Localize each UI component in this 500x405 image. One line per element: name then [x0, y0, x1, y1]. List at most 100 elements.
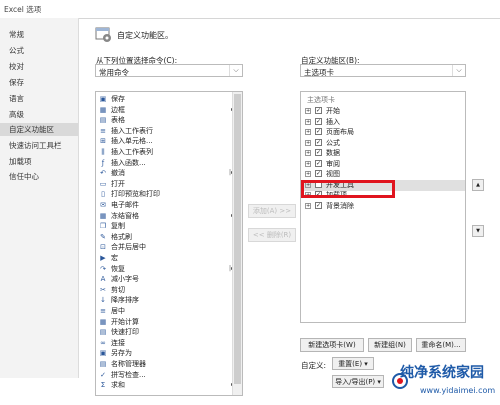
choose-commands-dropdown[interactable]: 常用命令 ⌵: [95, 64, 243, 77]
tab-checkbox[interactable]: ✓: [315, 117, 322, 125]
command-label: 降序排序: [111, 296, 139, 305]
command-item[interactable]: ▶ 宏: [96, 253, 236, 263]
ribbon-tab-node[interactable]: + ✓ 视图: [303, 169, 465, 180]
nav-item[interactable]: 快速访问工具栏: [0, 139, 78, 152]
command-item[interactable]: ▭ 打开: [96, 179, 236, 189]
command-item[interactable]: ❐ 复制: [96, 221, 236, 231]
command-item[interactable]: ▤ 快速打印: [96, 327, 236, 337]
ribbon-tab-node[interactable]: + ✓ 背景消除: [303, 201, 465, 212]
command-label: 格式刷: [111, 232, 132, 241]
command-item[interactable]: ✉ 电子邮件: [96, 200, 236, 210]
command-item[interactable]: ⊡ 合并后居中: [96, 242, 236, 252]
nav-item[interactable]: 加载项: [0, 155, 78, 168]
new-group-button[interactable]: 新建组(N): [368, 338, 412, 352]
command-label: 拼写检查...: [111, 370, 146, 379]
ribbon-tabs-tree[interactable]: 主选项卡 + ✓ 开始 + ✓ 插入 + ✓ 页面布局 + ✓ 公式 + ✓ 数据 + ✓ 审阅 + ✓ 视图 + 开发工具…: [300, 91, 466, 323]
customize-ribbon-dropdown[interactable]: 主选项卡 ⌵: [300, 64, 466, 77]
commands-scrollbar[interactable]: [232, 92, 242, 395]
tab-checkbox[interactable]: ✓: [315, 149, 322, 156]
insert-row-icon: ≡: [100, 126, 106, 135]
tab-checkbox[interactable]: ✓: [315, 107, 322, 114]
command-item[interactable]: ✓ 拼写检查...: [96, 370, 236, 380]
expand-icon[interactable]: +: [305, 118, 311, 125]
new-tab-button[interactable]: 新建选项卡(W): [300, 338, 364, 352]
nav-item[interactable]: 常规: [0, 28, 78, 41]
ribbon-tab-node[interactable]: + ✓ 开始: [303, 106, 465, 117]
command-item[interactable]: ✂ 剪切: [96, 285, 236, 295]
command-item[interactable]: A 减小字号: [96, 274, 236, 284]
command-label: 撤消: [111, 169, 125, 178]
tree-root-label: 主选项卡: [307, 96, 335, 104]
rename-button[interactable]: 重命名(M)...: [416, 338, 466, 352]
command-item[interactable]: ▣ 保存: [96, 94, 236, 104]
command-item[interactable]: ▯ 打印预览和打印: [96, 189, 236, 199]
command-item[interactable]: ⊞ 插入单元格...: [96, 136, 236, 146]
command-label: 冻结窗格: [111, 211, 139, 220]
expand-icon[interactable]: +: [305, 150, 311, 156]
command-label: 复制: [111, 222, 125, 231]
tab-checkbox[interactable]: ✓: [315, 128, 322, 135]
move-up-button[interactable]: ▲: [472, 179, 484, 191]
command-item[interactable]: ▤ 表格: [96, 115, 236, 125]
save-as-icon: ▣: [99, 349, 107, 358]
expand-icon[interactable]: +: [305, 160, 311, 167]
command-item[interactable]: ✎ 格式刷: [96, 232, 236, 242]
title-bar: Excel 选项: [0, 0, 500, 19]
chevron-down-icon[interactable]: ⌵: [452, 65, 465, 76]
nav-item[interactable]: 公式: [0, 44, 78, 57]
command-item[interactable]: ↷恢复|▸: [96, 264, 236, 274]
ribbon-tab-node[interactable]: + ✓ 数据: [303, 148, 465, 159]
ribbon-tab-node[interactable]: + ✓ 审阅: [303, 159, 465, 170]
command-item[interactable]: ▦ 开始计算: [96, 317, 236, 327]
insert-col-icon: ⫼: [101, 148, 105, 156]
command-item[interactable]: ▤ 名称管理器: [96, 359, 236, 369]
import-export-button[interactable]: 导入/导出(P) ▾: [332, 375, 384, 388]
command-item[interactable]: ƒ 插入函数...: [96, 158, 236, 168]
tab-checkbox[interactable]: ✓: [315, 201, 322, 209]
expand-icon[interactable]: +: [305, 139, 311, 146]
nav-item[interactable]: 信任中心: [0, 170, 78, 183]
ribbon-tab-node[interactable]: + ✓ 插入: [303, 117, 465, 128]
nav-item[interactable]: 高级: [0, 108, 78, 121]
command-item[interactable]: Σ求和▸: [96, 380, 236, 390]
tab-checkbox[interactable]: ✓: [315, 159, 322, 167]
move-down-button[interactable]: ▼: [472, 225, 484, 237]
nav-item[interactable]: 保存: [0, 76, 78, 89]
command-item[interactable]: ▣ 另存为: [96, 348, 236, 358]
customize-ribbon-value: 主选项卡: [304, 68, 334, 77]
sort-desc-icon: ↓: [100, 296, 106, 305]
commands-list[interactable]: Σ求和▸✓拼写检查...▤名称管理器▣另存为∞连接▤快速打印▦开始计算≡居中↓降…: [95, 91, 243, 396]
command-item[interactable]: ↓ 降序排序: [96, 295, 236, 305]
command-item[interactable]: ▦冻结窗格▸: [96, 211, 236, 221]
tab-checkbox[interactable]: ✓: [315, 170, 322, 177]
border-icon: ▦: [99, 105, 107, 114]
nav-item[interactable]: 自定义功能区: [0, 123, 78, 136]
command-item[interactable]: ≡ 插入工作表行: [96, 126, 236, 136]
nav-item[interactable]: 校对: [0, 60, 78, 73]
expand-icon[interactable]: +: [305, 171, 311, 177]
undo-icon: ↶: [100, 169, 106, 178]
ribbon-tab-node[interactable]: + ✓ 公式: [303, 138, 465, 149]
remove-button[interactable]: << 删除(R): [248, 228, 296, 242]
command-label: 居中: [111, 307, 125, 315]
redo-icon: ↷: [100, 264, 106, 273]
command-label: 快速打印: [111, 328, 139, 337]
command-item[interactable]: ≡ 居中: [96, 306, 236, 316]
nav-item[interactable]: 语言: [0, 92, 78, 105]
sum-icon: Σ: [100, 381, 106, 390]
tab-checkbox[interactable]: ✓: [315, 138, 322, 146]
ribbon-tab-node[interactable]: + ✓ 页面布局: [303, 127, 465, 138]
reset-button[interactable]: 重置(E) ▾: [332, 357, 374, 370]
command-label: 电子邮件: [111, 201, 139, 209]
chevron-down-icon[interactable]: ⌵: [229, 65, 242, 76]
command-item[interactable]: ∞ 连接: [96, 338, 236, 348]
add-button[interactable]: 添加(A) >>: [248, 204, 296, 218]
expand-icon[interactable]: +: [305, 108, 311, 114]
command-item[interactable]: ↶撤消|▸: [96, 168, 236, 178]
tab-label: 页面布局: [326, 128, 354, 136]
commands-scroll-thumb[interactable]: [234, 94, 241, 384]
expand-icon[interactable]: +: [305, 202, 311, 209]
command-item[interactable]: ▦边框▸: [96, 105, 236, 115]
command-item[interactable]: ⫼ 插入工作表列: [96, 147, 236, 157]
expand-icon[interactable]: +: [305, 129, 311, 135]
